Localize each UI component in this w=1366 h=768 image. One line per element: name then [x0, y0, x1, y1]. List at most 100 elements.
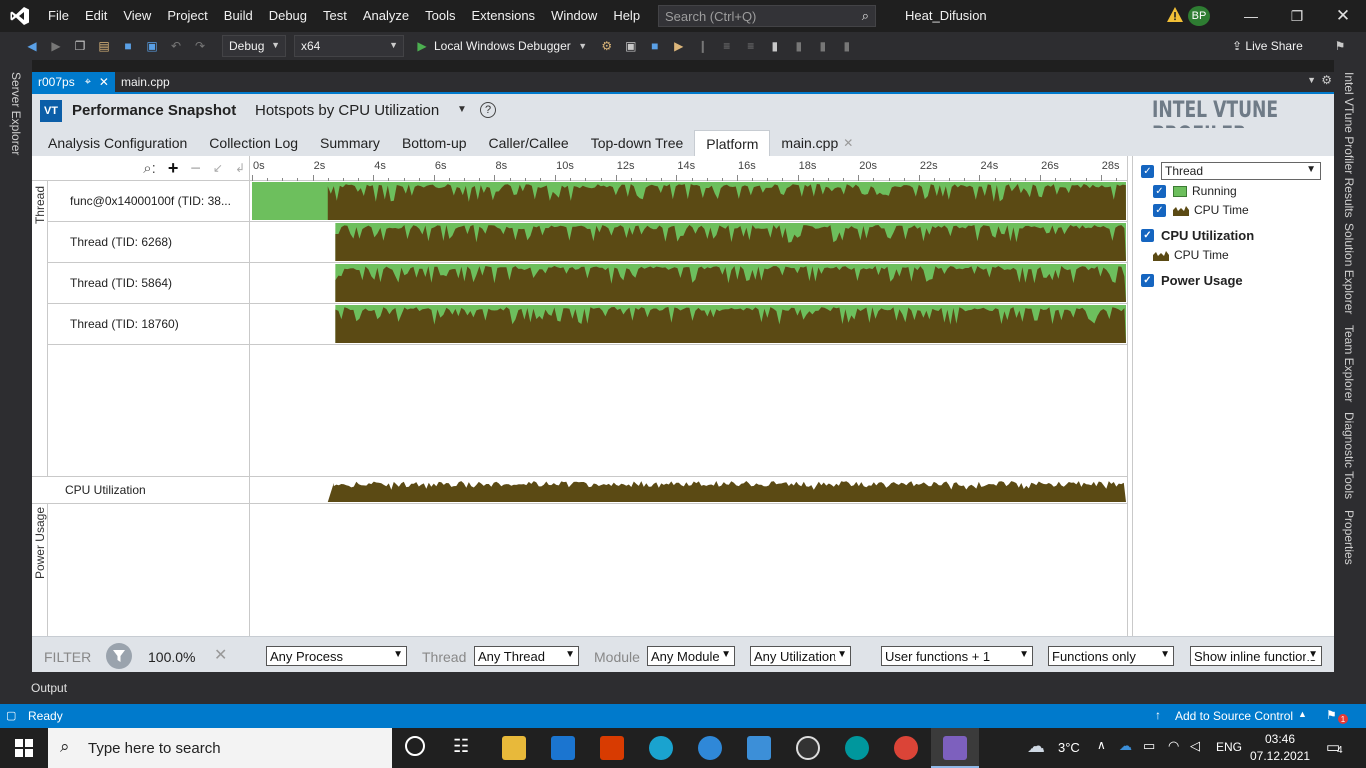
tab-caller-callee[interactable]: Caller/Callee [478, 130, 580, 156]
utilization-filter-select[interactable]: Any Utilization ▼ [750, 646, 851, 666]
weather-icon[interactable]: ☁ [1027, 736, 1045, 757]
configuration-select[interactable]: Debug ▼ [222, 35, 286, 57]
tray-chevron-icon[interactable]: ∧ [1097, 738, 1106, 752]
menu-edit[interactable]: Edit [77, 0, 115, 32]
comment-icon[interactable]: ≡ [741, 36, 761, 56]
tab-summary[interactable]: Summary [309, 130, 391, 156]
doc-tab-r007ps[interactable]: r007ps ⌖ ✕ [32, 72, 115, 92]
power-usage-checkbox[interactable]: ✓ [1141, 274, 1154, 287]
onedrive-icon[interactable]: ☁ [1119, 738, 1132, 754]
filter-funnel-icon[interactable] [106, 643, 132, 669]
redo-icon[interactable]: ↷ [190, 36, 210, 56]
feedback-icon[interactable]: ⚑ [1330, 36, 1350, 56]
server-explorer-tab[interactable]: Server Explorer [9, 72, 23, 155]
analysis-type-select[interactable]: Hotspots by CPU Utilization [255, 102, 439, 119]
open-folder-icon[interactable]: ▤ [94, 36, 114, 56]
zoom-in-icon[interactable]: + [168, 158, 179, 179]
teamviewer-icon[interactable] [698, 736, 722, 760]
help-icon[interactable]: ? [480, 102, 496, 118]
visual-studio-logo-icon[interactable] [0, 0, 40, 32]
clear-filter-icon[interactable]: ✕ [214, 645, 227, 665]
legend-running[interactable]: ✓ Running [1153, 184, 1237, 198]
team-explorer-tab[interactable]: Team Explorer [1342, 325, 1356, 402]
add-to-source-control[interactable]: Add to Source Control [1175, 709, 1293, 723]
obs-icon[interactable] [796, 736, 820, 760]
volume-icon[interactable]: ◁ [1190, 738, 1200, 754]
legend-cpu-utilization[interactable]: ✓ CPU Utilization [1141, 228, 1254, 243]
zoom-reset-icon[interactable]: ↲ [235, 161, 245, 175]
thread-row-label[interactable]: Thread (TID: 6268) [48, 222, 250, 263]
task-view-icon[interactable]: ☷ [453, 736, 469, 757]
doc-tab-main-cpp[interactable]: main.cpp [115, 72, 176, 92]
store-icon[interactable] [747, 736, 771, 760]
running-checkbox[interactable]: ✓ [1153, 184, 1166, 198]
chrome-icon[interactable] [894, 736, 918, 760]
tab-bottom-up[interactable]: Bottom-up [391, 130, 478, 156]
zoom-out-icon[interactable]: − [190, 158, 201, 179]
save-icon[interactable]: ■ [118, 36, 138, 56]
tab-collection-log[interactable]: Collection Log [198, 130, 309, 156]
legend-cpu-time[interactable]: ✓ CPU Time [1153, 203, 1249, 217]
legend-power-usage[interactable]: ✓ Power Usage [1141, 273, 1243, 288]
menu-help[interactable]: Help [605, 0, 648, 32]
cpu-utilization-area[interactable] [327, 481, 1126, 502]
file-explorer-icon[interactable] [502, 736, 526, 760]
menu-tools[interactable]: Tools [417, 0, 463, 32]
thread-row-label[interactable]: func@0x14000100f (TID: 38... [48, 181, 250, 222]
pin-icon[interactable]: ⌖ [85, 76, 91, 89]
arduino-icon[interactable] [845, 736, 869, 760]
cpu-utilization-graph[interactable] [250, 476, 1128, 504]
process-filter-select[interactable]: Any Process ▼ [266, 646, 407, 666]
taskbar-search-box[interactable]: ⌕ Type here to search [48, 728, 392, 768]
clock-date[interactable]: 07.12.2021 [1250, 749, 1310, 763]
indent-icon[interactable]: ≡ [717, 36, 737, 56]
menu-file[interactable]: File [40, 0, 77, 32]
weather-temp[interactable]: 3°C [1058, 740, 1080, 755]
cpu-utilization-checkbox[interactable]: ✓ [1141, 229, 1154, 242]
tab-list-dropdown-icon[interactable]: ▼ [1307, 75, 1316, 85]
menu-build[interactable]: Build [216, 0, 261, 32]
user-avatar[interactable]: BP [1188, 6, 1210, 26]
module-filter-select[interactable]: Any Module ▼ [647, 646, 735, 666]
warning-icon[interactable] [1166, 6, 1184, 24]
menu-extensions[interactable]: Extensions [463, 0, 543, 32]
bookmark-icon[interactable]: ▮ [765, 36, 785, 56]
zoom-fit-icon[interactable]: ↙ [213, 161, 223, 175]
input-language[interactable]: ENG [1216, 740, 1242, 754]
save-all-icon[interactable]: ▣ [142, 36, 162, 56]
notification-bell-icon[interactable]: ⚑ [1326, 708, 1337, 722]
bookmark-next-icon[interactable]: ▮ [813, 36, 833, 56]
inline-functions-select[interactable]: Show inline functions ▼ [1190, 646, 1322, 666]
thread-row-graph[interactable] [250, 263, 1128, 304]
chevron-down-icon[interactable]: ▼ [573, 36, 593, 56]
search-icon[interactable]: ⌕ [862, 8, 869, 24]
cortana-icon[interactable] [405, 736, 425, 756]
minimize-button[interactable]: — [1228, 0, 1274, 32]
diagnostic-tools-tab[interactable]: Diagnostic Tools [1342, 412, 1356, 499]
tab-top-down-tree[interactable]: Top-down Tree [580, 130, 695, 156]
bookmark-clear-icon[interactable]: ▮ [837, 36, 857, 56]
forward-icon[interactable]: ▶ [46, 36, 66, 56]
cpu-time-checkbox[interactable]: ✓ [1153, 203, 1166, 217]
vtune-toolbar-icon[interactable]: ■ [645, 36, 665, 56]
chevron-down-icon[interactable]: ▼ [457, 104, 467, 115]
edge-icon[interactable] [649, 736, 673, 760]
output-tab[interactable]: Output [31, 681, 67, 695]
user-functions-select[interactable]: User functions + 1 ▼ [881, 646, 1033, 666]
cpu-time-area[interactable] [327, 184, 1126, 220]
thread-row-label[interactable]: Thread (TID: 5864) [48, 263, 250, 304]
thread-row-label[interactable]: Thread (TID: 18760) [48, 304, 250, 345]
tab-platform[interactable]: Platform [694, 130, 771, 156]
properties-tab[interactable]: Properties [1342, 510, 1356, 565]
office-icon[interactable] [600, 736, 624, 760]
screen-icon[interactable]: ▣ [621, 36, 641, 56]
close-tab-icon[interactable]: ✕ [843, 136, 853, 150]
chevron-up-icon[interactable]: ▲ [1298, 709, 1307, 719]
time-ruler[interactable]: 0s 2s 4s 6s 8s 10s 12s 14s 16s 18s 20s 22s 24s 26s 28s [250, 156, 1128, 181]
menu-test[interactable]: Test [315, 0, 355, 32]
thread-row-graph[interactable] [250, 181, 1128, 222]
run-analysis-icon[interactable]: ▶ [669, 36, 689, 56]
menu-view[interactable]: View [115, 0, 159, 32]
undo-icon[interactable]: ↶ [166, 36, 186, 56]
battery-icon[interactable]: ▭ [1143, 738, 1155, 754]
